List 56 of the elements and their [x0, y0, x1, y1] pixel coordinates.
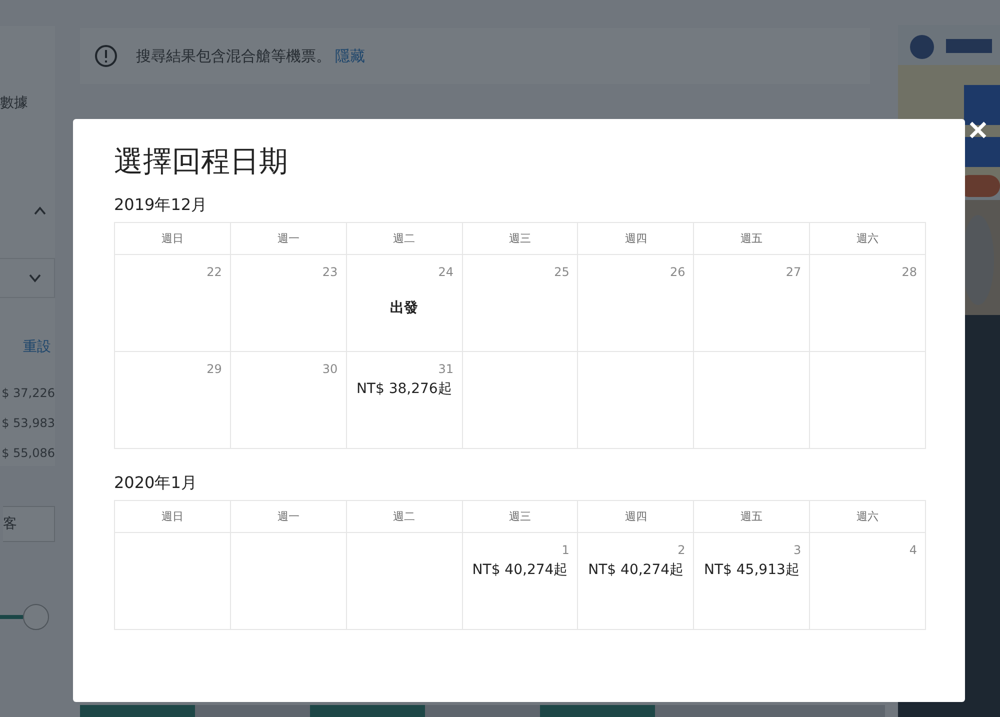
weekday-header: 週二 — [346, 500, 463, 533]
section-label: 數據 — [0, 94, 28, 112]
day-number: 23 — [322, 264, 338, 279]
weekday-header: 週四 — [578, 222, 694, 255]
weekday-header: 週六 — [810, 222, 926, 255]
price-label: NT$ 40,274起 — [588, 560, 684, 579]
weekday-header: 週五 — [694, 500, 810, 533]
day-number: 25 — [554, 264, 570, 279]
date-cell[interactable]: 2 NT$ 40,274起 — [578, 532, 694, 630]
date-cell[interactable]: 31 NT$ 38,276起 — [346, 352, 463, 449]
day-number: 30 — [322, 362, 338, 376]
result-tab[interactable] — [310, 705, 425, 717]
result-tab[interactable] — [655, 705, 770, 717]
price-label: NT$ 45,913起 — [704, 560, 800, 579]
weekday-header: 週四 — [578, 500, 694, 533]
month-label: 2020年1月 — [114, 472, 198, 494]
slider-handle[interactable] — [23, 604, 49, 630]
weekday-header: 週日 — [115, 500, 231, 533]
day-number: 27 — [786, 264, 802, 279]
price-text: $ 37,226 — [2, 386, 55, 400]
notice-text: 搜尋結果包含混合艙等機票。 — [136, 46, 331, 66]
day-number: 28 — [902, 264, 917, 279]
price-label: NT$ 38,276起 — [356, 380, 452, 398]
day-number: 3 — [794, 542, 802, 557]
price-text: $ 55,086 — [2, 446, 55, 460]
departure-label: 出發 — [390, 298, 418, 317]
weekday-header: 週日 — [115, 222, 231, 255]
result-tab[interactable] — [80, 705, 195, 717]
dropdown[interactable] — [0, 258, 55, 298]
dialog-title: 選擇回程日期 — [114, 143, 289, 180]
weekday-header: 週三 — [462, 222, 578, 255]
weekday-header: 週三 — [462, 500, 578, 533]
slider-track — [0, 615, 23, 619]
day-number: 22 — [206, 264, 222, 279]
result-tab[interactable] — [540, 705, 655, 717]
day-number: 26 — [670, 264, 686, 279]
day-number: 4 — [909, 542, 917, 557]
weekday-header: 週二 — [346, 222, 463, 255]
date-cell[interactable]: 3 NT$ 45,913起 — [694, 532, 810, 630]
weekday-header: 週五 — [694, 222, 810, 255]
day-number: 2 — [678, 542, 686, 557]
info-icon — [94, 44, 118, 68]
day-number: 31 — [438, 362, 454, 376]
price-text: $ 53,983 — [2, 416, 55, 430]
day-number: 29 — [206, 362, 222, 376]
result-tab[interactable] — [425, 705, 540, 717]
result-tab[interactable] — [195, 705, 310, 717]
date-cell[interactable]: 1 NT$ 40,274起 — [462, 532, 578, 630]
price-label: NT$ 40,274起 — [472, 560, 568, 579]
weekday-header: 週六 — [810, 500, 926, 533]
day-number: 24 — [438, 264, 454, 279]
month-label: 2019年12月 — [114, 194, 208, 216]
close-button[interactable] — [967, 119, 989, 141]
weekday-header: 週一 — [230, 500, 347, 533]
weekday-header: 週一 — [230, 222, 347, 255]
day-number: 1 — [562, 542, 570, 557]
